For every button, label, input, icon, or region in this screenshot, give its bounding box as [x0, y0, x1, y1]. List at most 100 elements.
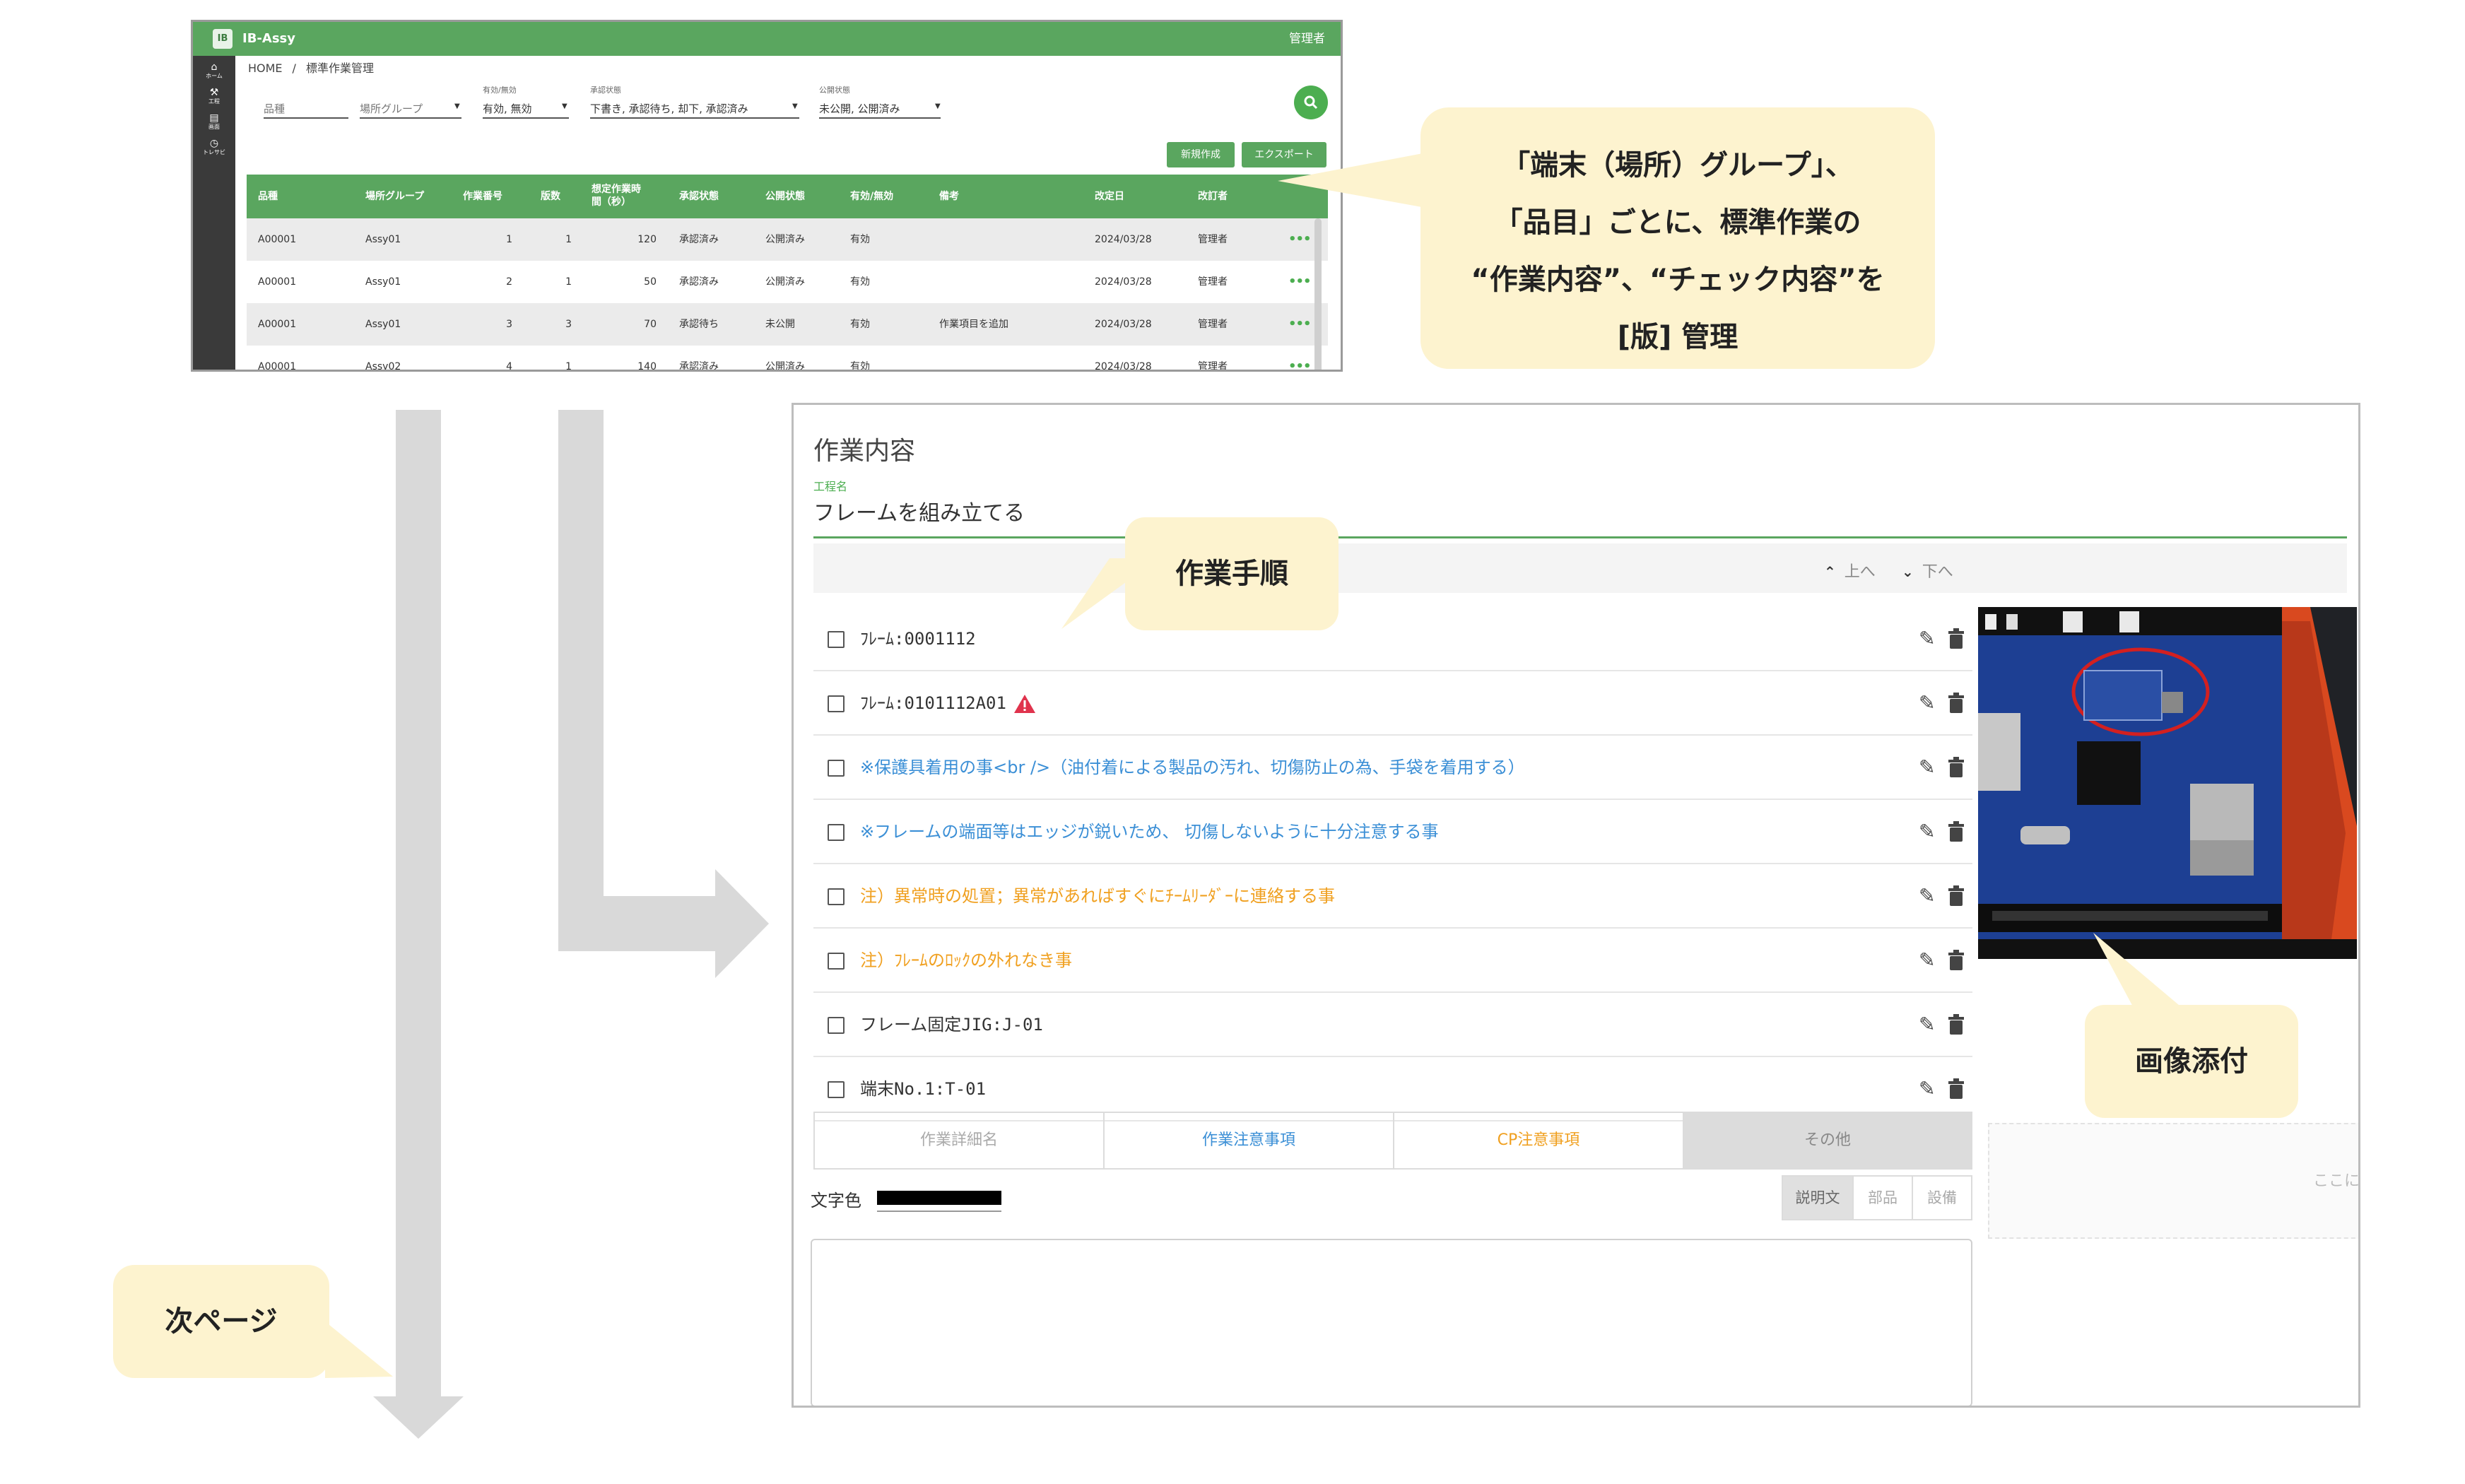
pencil-icon[interactable]: ✎ — [1919, 1014, 1935, 1035]
pencil-icon[interactable]: ✎ — [1919, 950, 1935, 971]
tab-cp-cautions[interactable]: CP注意事項 — [1394, 1113, 1684, 1168]
callout-work-steps: 作業手順 — [1125, 517, 1339, 630]
callout-management: 「端末（場所）グループ」、 「品目」ごとに、標準作業の “作業内容”、“チェック… — [1420, 107, 1935, 369]
tab-work-detail-name[interactable]: 作業詳細名 — [815, 1113, 1105, 1168]
trash-icon[interactable] — [1947, 693, 1965, 714]
table-row[interactable]: A00001 Assy01 3 3 70 承認待ち 未公開 有効 作業項目を追加… — [247, 303, 1328, 346]
step-checkbox[interactable] — [828, 824, 845, 841]
home-icon: ⌂ — [211, 61, 218, 73]
step-label: ﾌﾚｰﾑ:0101112A01 — [860, 671, 1036, 736]
pencil-icon[interactable]: ✎ — [1919, 1078, 1935, 1100]
description-textarea[interactable] — [811, 1239, 1972, 1406]
work-step-row[interactable]: 注）ﾌﾚｰﾑのﾛｯｸの外れなき事 ✎ — [813, 929, 1972, 993]
breadcrumb: HOME / 標準作業管理 — [248, 61, 384, 76]
step-label: ﾌﾚｰﾑ:0001112 — [860, 607, 976, 671]
trash-icon[interactable] — [1947, 821, 1965, 842]
step-checkbox[interactable] — [828, 760, 845, 777]
more-icon[interactable]: ••• — [1288, 261, 1312, 303]
trash-icon[interactable] — [1947, 1078, 1965, 1100]
tab-other[interactable]: その他 — [1684, 1113, 1971, 1168]
chevron-down-icon: ▼ — [562, 102, 567, 110]
pencil-icon[interactable]: ✎ — [1919, 693, 1935, 714]
step-checkbox[interactable] — [828, 1081, 845, 1098]
step-text: ※保護具着用の事<br />（油付着による製品の汚れ、切傷防止の為、手袋を着用す… — [860, 758, 1525, 777]
standard-work-list-screen: IB IB-Assy 管理者 ⌂ ホーム ⚒ 工程 ▤ 画面 ◷ トレサビ HOME / 標… — [191, 20, 1343, 372]
trash-icon[interactable] — [1947, 628, 1965, 649]
callout-pointer — [325, 1321, 393, 1378]
sidebar-item-home[interactable]: ⌂ ホーム — [193, 61, 235, 80]
chevron-down-icon: ▼ — [454, 102, 460, 110]
filter-enabled[interactable]: 有効/無効 有効, 無効 ▼ — [483, 84, 569, 129]
trash-icon[interactable] — [1947, 885, 1965, 907]
work-step-row[interactable]: ﾌﾚｰﾑ:0101112A01 ✎ — [813, 671, 1972, 736]
step-label: フレーム固定JIG:J-01 — [860, 993, 1043, 1057]
segment-parts[interactable]: 部品 — [1854, 1177, 1913, 1219]
new-button[interactable]: 新規作成 — [1167, 142, 1235, 167]
segment-description[interactable]: 説明文 — [1783, 1177, 1854, 1219]
step-checkbox[interactable] — [828, 953, 845, 970]
step-checkbox[interactable] — [828, 1017, 845, 1034]
pencil-icon[interactable]: ✎ — [1919, 628, 1935, 649]
callout-next-page: 次ページ — [113, 1265, 329, 1378]
chevron-down-icon: ⌄ — [1902, 563, 1914, 580]
callout-image-attach: 画像添付 — [2085, 1005, 2298, 1118]
table-row[interactable]: A00001 Assy02 4 1 140 承認済み 公開済み 有効 2024/… — [247, 346, 1328, 370]
more-icon[interactable]: ••• — [1288, 346, 1312, 370]
work-step-row[interactable]: フレーム固定JIG:J-01 ✎ — [813, 993, 1972, 1057]
table-row[interactable]: A00001 Assy01 2 1 50 承認済み 公開済み 有効 2024/0… — [247, 261, 1328, 303]
table-header: 品種 場所グループ 作業番号 版数 想定作業時間（秒） 承認状態 公開状態 有効… — [247, 175, 1328, 218]
page-title: 作業内容 — [813, 437, 916, 466]
app-header: IB IB-Assy 管理者 — [193, 22, 1341, 56]
arrow-down-icon — [373, 1396, 464, 1439]
search-icon — [1304, 95, 1318, 110]
step-text: ﾌﾚｰﾑ:0001112 — [860, 629, 976, 649]
pencil-icon[interactable]: ✎ — [1919, 885, 1935, 907]
work-step-row[interactable]: ※フレームの端面等はエッジが鋭いため、 切傷しないように十分注意する事 ✎ — [813, 800, 1972, 864]
step-text: 注）異常時の処置；異常があればすぐにﾁｰﾑﾘｰﾀﾞｰに連絡する事 — [860, 886, 1335, 906]
filter-location-group[interactable]: 場所グループ ▼ — [360, 84, 461, 129]
sidebar-item-process[interactable]: ⚒ 工程 — [193, 87, 235, 105]
segment-equipment[interactable]: 設備 — [1913, 1177, 1971, 1219]
table-row[interactable]: A00001 Assy01 1 1 120 承認済み 公開済み 有効 2024/… — [247, 218, 1328, 261]
process-name-field[interactable]: フレームを組み立てる — [813, 495, 1025, 526]
step-text: 端末No.1:T-01 — [860, 1079, 987, 1099]
sidebar-item-screen[interactable]: ▤ 画面 — [193, 112, 235, 131]
more-icon[interactable]: ••• — [1288, 303, 1312, 346]
chevron-down-icon: ▼ — [935, 102, 941, 110]
search-button[interactable] — [1294, 86, 1328, 119]
image-drop-zone[interactable]: ここに — [1988, 1123, 2358, 1239]
history-icon: ◷ — [209, 138, 219, 149]
step-label: ※フレームの端面等はエッジが鋭いため、 切傷しないように十分注意する事 — [860, 800, 1439, 864]
step-text: ※フレームの端面等はエッジが鋭いため、 切傷しないように十分注意する事 — [860, 822, 1439, 842]
sidebar-item-trace[interactable]: ◷ トレサビ — [193, 138, 235, 156]
step-label: ※保護具着用の事<br />（油付着による製品の汚れ、切傷防止の為、手袋を着用す… — [860, 736, 1525, 800]
pencil-icon[interactable]: ✎ — [1919, 821, 1935, 842]
pencil-icon[interactable]: ✎ — [1919, 757, 1935, 778]
trash-icon[interactable] — [1947, 1014, 1965, 1035]
arrow-right-shaft-vertical — [558, 410, 604, 951]
move-up-button[interactable]: ⌃ 上へ — [1824, 559, 1876, 582]
work-step-row[interactable]: 注）異常時の処置；異常があればすぐにﾁｰﾑﾘｰﾀﾞｰに連絡する事 ✎ — [813, 864, 1972, 929]
breadcrumb-home[interactable]: HOME — [248, 61, 283, 75]
work-step-row[interactable]: ﾌﾚｰﾑ:0001112 ✎ — [813, 607, 1972, 671]
tools-icon: ⚒ — [209, 87, 219, 98]
more-icon[interactable]: ••• — [1288, 218, 1312, 261]
text-color-label: 文字色 — [811, 1191, 861, 1211]
step-text: ﾌﾚｰﾑ:0101112A01 — [860, 693, 1006, 713]
attached-image[interactable] — [1978, 607, 2357, 959]
trash-icon[interactable] — [1947, 950, 1965, 971]
filter-approval-status[interactable]: 承認状態 下書き, 承認待ち, 却下, 承認済み ▼ — [590, 84, 799, 129]
step-checkbox[interactable] — [828, 695, 845, 712]
tab-work-cautions[interactable]: 作業注意事項 — [1105, 1113, 1394, 1168]
process-name-underline — [813, 536, 2347, 538]
filter-product-type[interactable]: 品種 — [264, 84, 348, 129]
filter-publish-status[interactable]: 公開状態 未公開, 公開済み ▼ — [819, 84, 941, 129]
user-name[interactable]: 管理者 — [1289, 29, 1325, 49]
move-down-button[interactable]: ⌄ 下へ — [1902, 559, 1953, 582]
table-scrollbar[interactable] — [1314, 218, 1322, 370]
text-color-picker[interactable] — [877, 1191, 1001, 1205]
step-checkbox[interactable] — [828, 631, 845, 648]
step-checkbox[interactable] — [828, 888, 845, 905]
trash-icon[interactable] — [1947, 757, 1965, 778]
work-step-row[interactable]: ※保護具着用の事<br />（油付着による製品の汚れ、切傷防止の為、手袋を着用す… — [813, 736, 1972, 800]
